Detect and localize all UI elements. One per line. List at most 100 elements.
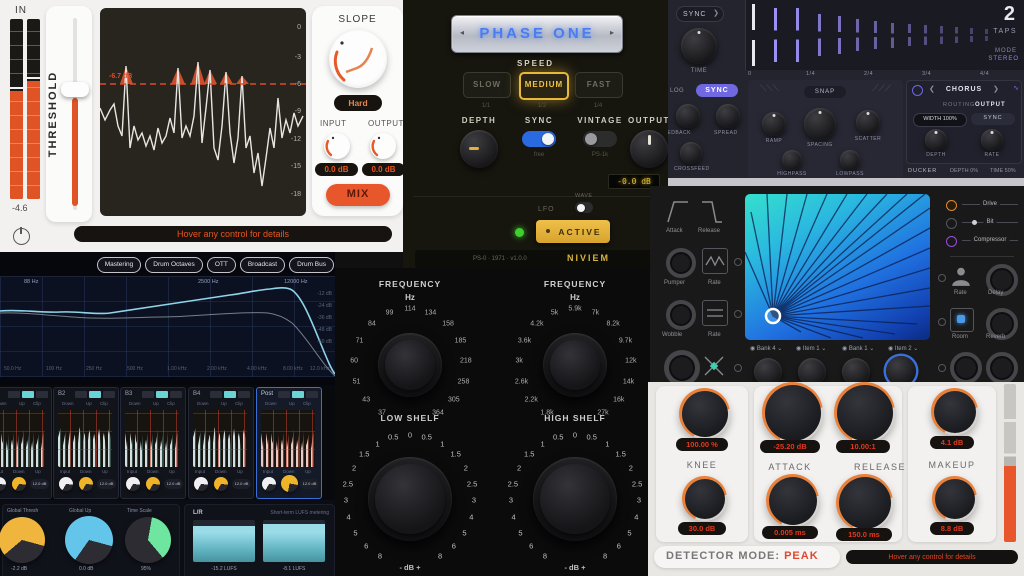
wobble-knob[interactable] <box>666 300 696 330</box>
bit-slider[interactable]: Bit <box>962 222 1018 223</box>
bank-selector[interactable]: ◉ Bank 1 ⌄ <box>842 346 874 352</box>
attack-envelope-icon[interactable] <box>666 198 690 224</box>
high-shelf-knob[interactable] <box>533 457 617 541</box>
tab-drum-octaves[interactable]: Drum Octaves <box>145 257 203 273</box>
up-button[interactable] <box>224 391 236 398</box>
chorus-rate-knob[interactable] <box>981 129 1003 151</box>
down-pie-knob[interactable] <box>214 477 228 491</box>
tab-mastering[interactable]: Mastering <box>97 257 142 273</box>
spread-knob[interactable] <box>716 104 740 128</box>
time-knob[interactable] <box>681 28 717 64</box>
plate-arrow-right-icon[interactable]: ▸ <box>610 29 614 37</box>
extra-knob[interactable] <box>986 352 1018 382</box>
mode-value[interactable]: STEREO <box>988 56 1019 62</box>
bank-selector[interactable]: ◉ Bank 4 ⌄ <box>750 346 782 352</box>
release-knob[interactable] <box>836 474 893 531</box>
slope-knob[interactable] <box>329 30 387 88</box>
log-sync-pill[interactable]: SYNC <box>696 84 738 97</box>
down-button[interactable] <box>278 391 290 398</box>
high-freq-knob[interactable] <box>543 333 607 397</box>
down-button[interactable] <box>75 391 87 398</box>
knee-bottom-knob[interactable] <box>682 476 727 521</box>
input-pie-knob[interactable] <box>0 477 6 491</box>
rate-steps-icon[interactable] <box>702 300 728 326</box>
tab-ott[interactable]: OTT <box>207 257 236 273</box>
macro-knob-2[interactable] <box>798 358 826 382</box>
low-shelf-knob[interactable] <box>368 457 452 541</box>
low-freq-knob[interactable] <box>378 333 442 397</box>
output-knob[interactable] <box>370 133 396 159</box>
spacing-knob[interactable] <box>804 108 836 140</box>
input-knob[interactable] <box>324 133 350 159</box>
clip-button[interactable] <box>170 391 182 398</box>
chorus-depth-knob[interactable] <box>925 129 947 151</box>
knee-top-knob[interactable] <box>679 388 730 439</box>
down-pie-knob[interactable] <box>79 477 93 491</box>
ratio-knob[interactable] <box>834 382 895 443</box>
down-button[interactable] <box>142 391 154 398</box>
room-icon[interactable] <box>950 308 974 332</box>
global-thresh-knob[interactable] <box>0 517 45 563</box>
feedback-knob[interactable] <box>676 104 700 128</box>
global-up-knob[interactable] <box>65 516 113 564</box>
taps-display[interactable]: 2 TAPS MODE STEREO <box>745 0 1024 70</box>
speed-slow-button[interactable]: SLOW <box>463 72 511 98</box>
width-pill[interactable]: WIDTH 100% <box>913 113 967 127</box>
bank-selector[interactable]: ◉ Item 1 ⌄ <box>796 346 826 352</box>
speed-medium-button[interactable]: MEDIUM <box>519 72 569 100</box>
makeup-top-knob[interactable] <box>931 388 978 435</box>
slope-mode-button[interactable]: Hard <box>334 95 382 111</box>
input-pie-knob[interactable] <box>126 477 140 491</box>
mod-dot[interactable] <box>734 310 742 318</box>
clip-button[interactable] <box>306 391 318 398</box>
chevron-left-icon[interactable]: ❮ <box>929 86 935 93</box>
chevron-right-icon[interactable]: ❯ <box>993 86 999 93</box>
bit-source-icon[interactable] <box>946 218 957 229</box>
active-button[interactable]: ACTIVE <box>536 220 610 243</box>
highpass-knob[interactable] <box>782 150 802 170</box>
compressor-slider[interactable]: Compressor <box>962 240 1018 241</box>
delay-sync-button[interactable]: SYNC ❯ <box>676 6 724 22</box>
macro-knob-3[interactable] <box>842 358 870 382</box>
down-pie-knob[interactable] <box>281 475 298 492</box>
drive-slider[interactable]: Drive <box>962 204 1018 205</box>
sync-toggle[interactable] <box>522 131 556 147</box>
speed-fast-button[interactable]: FAST <box>575 72 623 98</box>
ducker-label[interactable]: DUCKER <box>908 169 937 175</box>
spectrum-display[interactable]: 88 Hz 2500 Hz 12000 Hz -12 dB -24 dB -36… <box>0 276 335 377</box>
compressor-source-icon[interactable] <box>946 236 957 247</box>
crossover-icon[interactable] <box>702 354 726 378</box>
wave-toggle[interactable] <box>575 202 593 213</box>
xy-pad[interactable] <box>745 194 930 340</box>
pumper-knob[interactable] <box>666 248 696 278</box>
crossfeed-knob[interactable] <box>680 142 702 164</box>
power-button[interactable] <box>13 228 30 245</box>
bit-slider-handle[interactable] <box>972 220 977 225</box>
ramp-knob[interactable] <box>762 112 786 136</box>
down-button[interactable] <box>210 391 222 398</box>
rate-person-icon[interactable] <box>950 264 972 288</box>
down-button[interactable] <box>8 391 20 398</box>
release-envelope-icon[interactable] <box>700 198 724 224</box>
makeup-bottom-knob[interactable] <box>932 476 977 521</box>
mod-dot[interactable] <box>938 274 946 282</box>
mod-dot[interactable] <box>938 318 946 326</box>
chorus-power-icon[interactable] <box>912 85 923 96</box>
input-pie-knob[interactable] <box>194 477 208 491</box>
threshold-knob[interactable] <box>762 382 823 443</box>
output-knob[interactable] <box>630 130 668 168</box>
clip-button[interactable] <box>103 391 115 398</box>
rate-wave-icon[interactable] <box>702 248 728 274</box>
extra-knob[interactable] <box>950 352 982 382</box>
down-pie-knob[interactable] <box>12 477 26 491</box>
mod-dot[interactable] <box>734 258 742 266</box>
detector-mode-pill[interactable]: DETECTOR MODE: PEAK <box>654 546 840 568</box>
down-pie-knob[interactable] <box>146 477 160 491</box>
lowpass-knob[interactable] <box>840 150 860 170</box>
up-button[interactable] <box>22 391 34 398</box>
up-button[interactable] <box>292 391 304 398</box>
clip-button[interactable] <box>36 391 48 398</box>
macro-knob-1[interactable] <box>754 358 782 382</box>
pad-cursor[interactable] <box>766 309 780 323</box>
drive-source-icon[interactable] <box>946 200 957 211</box>
